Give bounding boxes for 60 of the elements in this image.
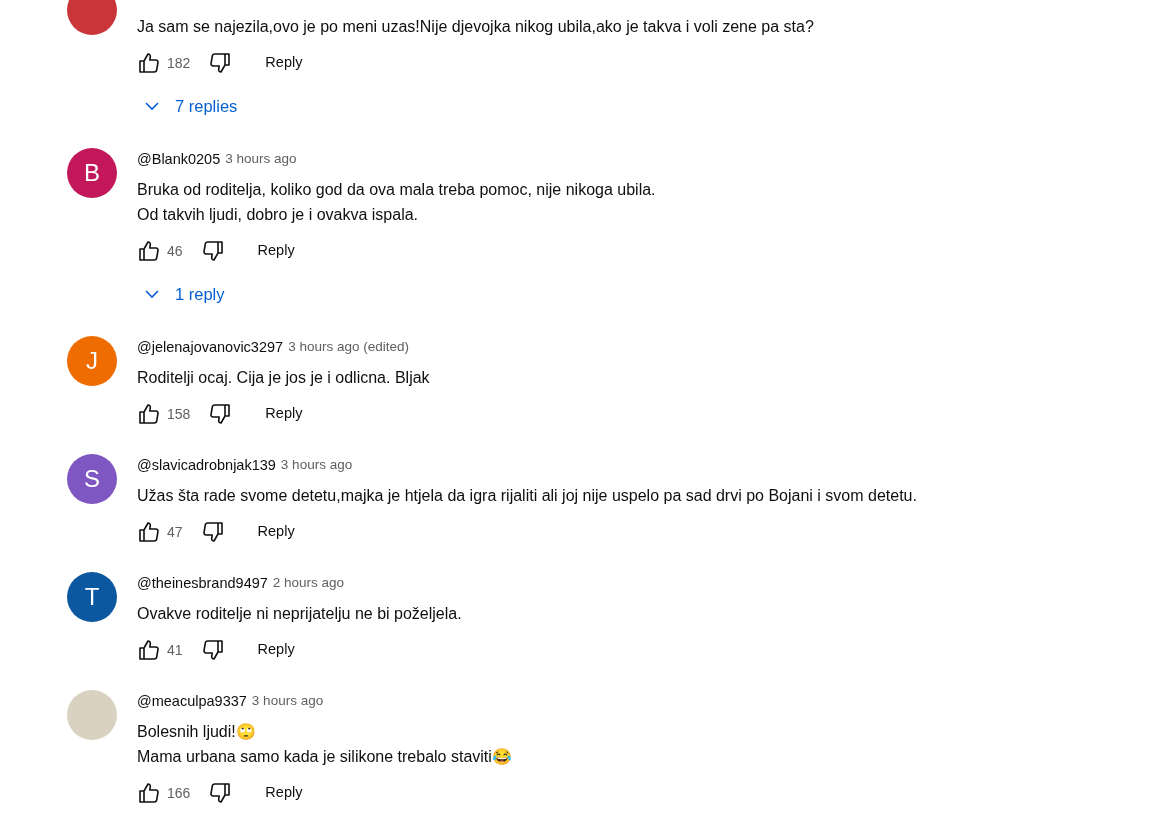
like-count: 47	[167, 522, 183, 542]
reply-button[interactable]: Reply	[249, 45, 319, 81]
thumbs-down-icon	[208, 51, 233, 75]
dislike-button[interactable]	[208, 402, 233, 426]
photo-placeholder	[67, 0, 117, 35]
view-replies-button[interactable]: 1 reply	[137, 274, 237, 314]
comment-author[interactable]: @Blank0205	[137, 149, 221, 169]
comment-time: 3 hours ago (edited)	[288, 338, 409, 356]
comment-text: Bolesnih ljudi!🙄 Mama urbana samo kada je silikone trebalo staviti😂	[137, 721, 512, 767]
thumbs-down-icon	[200, 638, 225, 662]
comment-time: 3 hours ago	[280, 456, 353, 474]
dislike-button[interactable]	[200, 520, 225, 544]
avatar: T	[67, 572, 117, 622]
comment-time: 2 hours ago	[272, 574, 345, 592]
comment-time: 3 hours ago	[251, 692, 324, 710]
reply-button[interactable]: Reply	[241, 233, 311, 269]
dislike-button[interactable]	[208, 51, 233, 75]
like-count: 166	[167, 783, 191, 803]
comment-text: Ja sam se najezila,ovo je po meni uzas!Nije djevojka nikog ubila,ako je takva i voli zene pa sta?	[137, 16, 814, 37]
comment-time: 3 hours ago	[225, 150, 297, 168]
thumbs-up-icon	[137, 520, 161, 544]
avatar: J	[67, 336, 117, 386]
like-count: 158	[167, 404, 191, 424]
avatar: S	[67, 454, 117, 504]
like-button[interactable]	[137, 402, 161, 426]
comment-text: Ovakve roditelje ni neprijatelju ne bi poželjela.	[137, 603, 462, 624]
like-count: 182	[167, 53, 191, 73]
view-replies-button[interactable]: 7 replies	[137, 86, 250, 126]
thumbs-up-icon	[137, 402, 161, 426]
dislike-button[interactable]	[208, 781, 233, 805]
thumbs-down-icon	[200, 239, 225, 263]
comment-text: Roditelji ocaj. Cija je jos je i odlicna. Bljak	[137, 367, 430, 388]
photo-placeholder	[67, 690, 117, 740]
comment-text: Bruka od roditelja, koliko god da ova mala treba pomoc, nije nikoga ubila. Od takvih ljudi, dobro je i ovakva ispala.	[137, 179, 656, 225]
thumbs-up-icon	[137, 239, 161, 263]
comment-text: Užas šta rade svome detetu,majka je htjela da igra rijaliti ali joj nije uspelo pa sad drvi po Bojani i svom detetu.	[137, 485, 917, 506]
reply-button[interactable]: Reply	[249, 775, 319, 811]
like-button[interactable]	[137, 51, 161, 75]
thumbs-down-icon	[208, 781, 233, 805]
comment-author[interactable]: @jelenajovanovic3297	[137, 337, 284, 357]
thumbs-down-icon	[200, 520, 225, 544]
like-button[interactable]	[137, 638, 161, 662]
like-button[interactable]	[137, 239, 161, 263]
reply-button[interactable]: Reply	[241, 514, 311, 550]
comment-author[interactable]: @meaculpa9337	[137, 691, 247, 711]
dislike-button[interactable]	[200, 638, 225, 662]
like-button[interactable]	[137, 520, 161, 544]
comment-author[interactable]: @theinesbrand9497	[137, 573, 268, 593]
like-count: 41	[167, 640, 183, 660]
dislike-button[interactable]	[200, 239, 225, 263]
reply-button[interactable]: Reply	[241, 632, 311, 668]
like-count: 46	[167, 241, 183, 261]
thumbs-up-icon	[137, 51, 161, 75]
avatar: B	[67, 148, 117, 198]
reply-button[interactable]: Reply	[249, 396, 319, 432]
thumbs-up-icon	[137, 781, 161, 805]
thumbs-down-icon	[208, 402, 233, 426]
thumbs-up-icon	[137, 638, 161, 662]
like-button[interactable]	[137, 781, 161, 805]
comment-author[interactable]: @slavicadrobnjak139	[137, 455, 276, 475]
